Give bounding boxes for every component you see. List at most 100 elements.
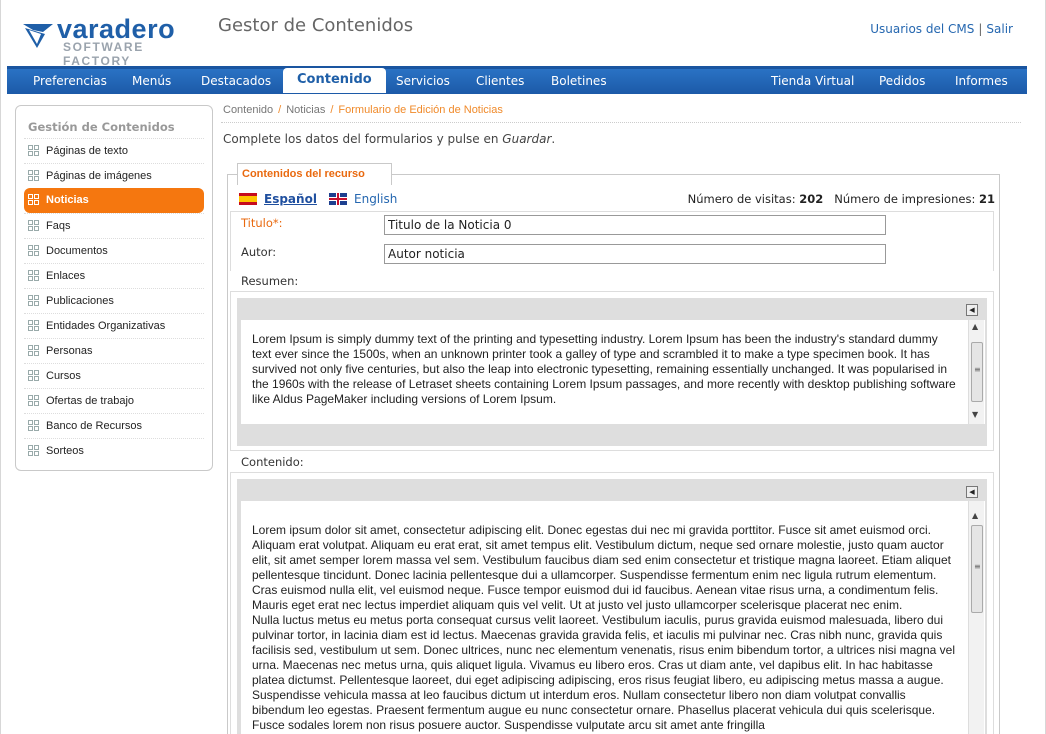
breadcrumb-current: Formulario de Edición de Noticias xyxy=(338,104,503,116)
breadcrumb-separator: / xyxy=(330,104,334,116)
breadcrumb-divider xyxy=(221,122,1021,123)
nav-informes[interactable]: Informes xyxy=(955,74,1008,88)
content-label: Contenido: xyxy=(241,455,304,469)
grid-icon xyxy=(28,395,40,407)
sidebar-item-label: Personas xyxy=(46,345,93,357)
sidebar-item-label: Publicaciones xyxy=(46,295,114,307)
scroll-down-icon[interactable]: ▼ xyxy=(972,410,978,419)
content-body[interactable]: Lorem ipsum dolor sit amet, consectetur … xyxy=(241,501,985,734)
language-bar: Español English Número de visitas: 202 N… xyxy=(237,191,997,209)
summary-content[interactable]: Lorem Ipsum is simply dummy text of the … xyxy=(241,320,985,424)
instructions-suffix: . xyxy=(551,132,556,146)
nav-boletines[interactable]: Boletines xyxy=(551,74,607,88)
sidebar-item-ofertas[interactable]: Ofertas de trabajo xyxy=(24,388,204,413)
grid-icon xyxy=(28,194,40,206)
logo-subtitle: SOFTWARE FACTORY xyxy=(63,40,144,68)
content-editor: ◀ Lorem ipsum dolor sit amet, consectetu… xyxy=(237,479,987,734)
visits-label: Número de visitas: xyxy=(687,192,796,206)
grid-icon xyxy=(28,420,40,432)
grip-icon: ≡ xyxy=(974,365,981,374)
grid-icon xyxy=(28,270,40,282)
impressions-count: 21 xyxy=(978,192,995,206)
logo-mark-icon xyxy=(23,24,53,48)
scroll-thumb[interactable]: ≡ xyxy=(971,342,983,402)
sidebar-item-cursos[interactable]: Cursos xyxy=(24,363,204,388)
summary-label: Resumen: xyxy=(241,274,299,288)
grid-icon xyxy=(28,145,40,157)
sidebar-item-label: Noticias xyxy=(46,194,89,206)
nav-pedidos[interactable]: Pedidos xyxy=(879,74,925,88)
sidebar-item-paginas-texto[interactable]: Páginas de texto xyxy=(24,138,204,163)
sidebar-item-sorteos[interactable]: Sorteos xyxy=(24,438,204,463)
summary-editor-wrap: ◀ Lorem Ipsum is simply dummy text of th… xyxy=(230,291,994,451)
content-editor-wrap: ◀ Lorem ipsum dolor sit amet, consectetu… xyxy=(230,472,994,734)
title-label: Titulo*: xyxy=(241,216,283,230)
nav-preferencias[interactable]: Preferencias xyxy=(33,74,107,88)
content-paragraph-2: Nulla luctus metus eu metus porta conseq… xyxy=(252,613,955,732)
instructions-emphasis: Guardar xyxy=(502,132,552,146)
sidebar-item-enlaces[interactable]: Enlaces xyxy=(24,263,204,288)
collapse-toolbar-icon[interactable]: ◀ xyxy=(966,304,978,316)
grid-icon xyxy=(28,295,40,307)
nav-menus[interactable]: Menús xyxy=(132,74,171,88)
sidebar-item-noticias[interactable]: Noticias xyxy=(24,188,204,213)
sidebar-item-label: Banco de Recursos xyxy=(46,420,142,432)
header: varadero SOFTWARE FACTORY Gestor de Cont… xyxy=(1,0,1045,68)
content-scrollbar[interactable]: ▲ ≡ xyxy=(968,501,984,734)
nav-tienda-virtual[interactable]: Tienda Virtual xyxy=(771,74,854,88)
sidebar-item-label: Enlaces xyxy=(46,270,86,282)
impressions-label: Número de impresiones: xyxy=(834,192,976,206)
sidebar-item-documentos[interactable]: Documentos xyxy=(24,238,204,263)
author-input[interactable] xyxy=(384,244,886,264)
main-nav: Preferencias Menús Destacados Contenido … xyxy=(7,66,1027,94)
cms-users-link[interactable]: Usuarios del CMS xyxy=(870,22,974,36)
sidebar-item-label: Faqs xyxy=(46,220,71,232)
author-label: Autor: xyxy=(241,245,277,259)
sidebar-item-publicaciones[interactable]: Publicaciones xyxy=(24,288,204,313)
sidebar-item-label: Cursos xyxy=(46,370,81,382)
logo[interactable]: varadero SOFTWARE FACTORY xyxy=(21,14,201,68)
uk-flag-icon[interactable] xyxy=(329,193,347,205)
grid-icon xyxy=(28,220,40,232)
link-separator: | xyxy=(978,22,983,36)
sidebar-item-faqs[interactable]: Faqs xyxy=(24,213,204,238)
nav-clientes[interactable]: Clientes xyxy=(476,74,524,88)
sidebar-item-label: Documentos xyxy=(46,245,108,257)
language-es-link[interactable]: Español xyxy=(264,192,317,206)
grid-icon xyxy=(28,245,40,257)
language-en-link[interactable]: English xyxy=(354,192,397,206)
spain-flag-icon[interactable] xyxy=(239,193,257,205)
sidebar-item-label: Páginas de texto xyxy=(46,145,128,157)
sidebar-item-label: Entidades Organizativas xyxy=(46,320,166,332)
sidebar-item-label: Sorteos xyxy=(46,445,84,457)
scroll-thumb[interactable]: ≡ xyxy=(971,525,983,613)
nav-servicios[interactable]: Servicios xyxy=(396,74,450,88)
breadcrumb-contenido[interactable]: Contenido xyxy=(223,104,273,116)
summary-scrollbar[interactable]: ▲ ≡ ▼ xyxy=(968,320,984,424)
summary-editor: ◀ Lorem Ipsum is simply dummy text of th… xyxy=(237,298,987,446)
summary-text: Lorem Ipsum is simply dummy text of the … xyxy=(252,332,956,406)
logout-link[interactable]: Salir xyxy=(986,22,1013,36)
title-input[interactable] xyxy=(384,215,886,235)
breadcrumb-noticias[interactable]: Noticias xyxy=(286,104,325,116)
panel-tab[interactable]: Contenidos del recurso xyxy=(237,163,392,185)
sidebar-item-entidades[interactable]: Entidades Organizativas xyxy=(24,313,204,338)
nav-destacados[interactable]: Destacados xyxy=(201,74,271,88)
breadcrumb-separator: / xyxy=(278,104,282,116)
instructions-text: Complete los datos del formularios y pul… xyxy=(223,132,503,146)
sidebar-item-personas[interactable]: Personas xyxy=(24,338,204,363)
sidebar: Gestión de Contenidos Páginas de texto P… xyxy=(15,105,213,471)
collapse-toolbar-icon[interactable]: ◀ xyxy=(966,486,978,498)
sidebar-item-paginas-imagenes[interactable]: Páginas de imágenes xyxy=(24,163,204,188)
grip-icon: ≡ xyxy=(974,562,981,571)
sidebar-item-banco-recursos[interactable]: Banco de Recursos xyxy=(24,413,204,438)
sidebar-title: Gestión de Contenidos xyxy=(28,120,175,134)
scroll-up-icon[interactable]: ▲ xyxy=(972,322,978,331)
grid-icon xyxy=(28,345,40,357)
sidebar-list: Páginas de texto Páginas de imágenes Not… xyxy=(24,138,204,463)
breadcrumb: Contenido / Noticias / Formulario de Edición… xyxy=(223,104,503,116)
scroll-up-icon[interactable]: ▲ xyxy=(972,511,978,520)
grid-icon xyxy=(28,170,40,182)
sidebar-item-label: Ofertas de trabajo xyxy=(46,395,135,407)
nav-contenido[interactable]: Contenido xyxy=(283,68,386,93)
